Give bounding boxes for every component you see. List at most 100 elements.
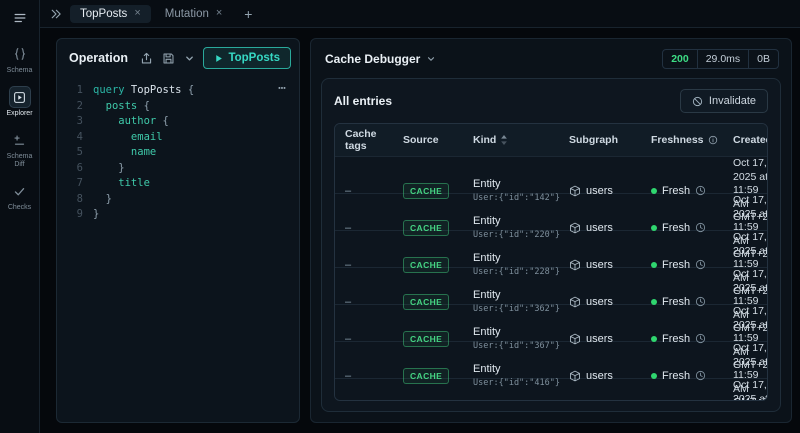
code-text: title [93,176,150,192]
kind-name: Entity [473,326,501,339]
freshness-label: Fresh [662,332,691,345]
editor-line: 4 email [61,130,291,146]
column-header-label: Freshness [651,134,704,146]
freshness-cell: Fresh [651,333,725,345]
code-token: query [93,84,125,96]
cache-debugger-dropdown[interactable]: Cache Debugger [325,52,436,66]
freshness-label: Fresh [662,184,691,197]
sidebar-item-explorer[interactable]: Explorer [0,81,39,124]
column-header-label: Cache tags [345,128,377,152]
fresh-dot [651,372,657,379]
code-token: name [93,146,157,158]
subgraph-name: users [586,184,613,197]
clock-icon [695,333,706,344]
code-text: name [93,145,156,161]
sidebar-item-checks[interactable]: Checks [0,175,39,218]
source-cell: CACHE [403,182,465,199]
line-number: 7 [76,177,83,189]
new-tab-button[interactable]: + [238,6,258,22]
ban-icon [692,96,703,107]
cache-tags-cell: – [345,258,352,271]
status-latency-badge: 29.0ms [696,50,748,68]
table-header-row: Cache tags Source Kind Subgraph Freshness Cre… [335,124,767,156]
tab-bar: TopPosts × Mutation × + [40,0,800,28]
sort-icon[interactable] [500,135,508,145]
editor-menu-icon[interactable]: ⋯ [278,81,287,97]
column-header-label: Kind [473,134,497,146]
cache-tags-cell: – [345,221,352,234]
info-icon[interactable] [708,135,718,145]
editor-line: 8 } [61,192,291,208]
line-number: 8 [76,192,83,205]
cache-badge: CACHE [403,219,450,236]
freshness-label: Fresh [662,369,691,382]
table-row[interactable]: – CACHE Entity User:{"id":"142"} users Fresh O… [335,156,767,223]
status-code-badge: 200 [671,53,689,65]
entries-panel: All entries Invalidate Cache tags Source K… [321,78,781,412]
subgraph-cell: users [569,222,643,234]
chevron-down-icon[interactable] [183,52,196,65]
clock-icon [695,222,706,233]
code-token: posts [93,99,144,112]
chevron-down-icon [426,54,436,64]
run-button-label: TopPosts [228,52,280,64]
clock-icon [695,259,706,270]
code-token: email [93,130,163,143]
kind-name: Root fields [473,400,561,401]
close-icon[interactable]: × [216,8,222,19]
cache-debugger-title: Cache Debugger [325,52,421,66]
sidebar-item-schema-diff[interactable]: Schema Diff [0,124,39,175]
query-editor[interactable]: 1 query TopPosts {2 posts {3 author {4 em… [57,77,299,422]
kind-cell: Entity User:{"id":"220"} [473,215,561,240]
fresh-dot [651,261,657,268]
subgraph-cell: users [569,333,643,345]
cube-icon [569,259,581,271]
freshness-cell: Fresh [651,296,725,308]
cube-icon [569,222,581,234]
operation-panel: Operation TopPosts 1 query TopPosts {2 … [56,38,300,423]
tabs: TopPosts × Mutation × [70,4,233,23]
fresh-dot [651,224,657,231]
sidebar-item-schema[interactable]: Schema [0,38,39,81]
close-icon[interactable]: × [134,8,140,19]
column-header-label: Subgraph [569,134,618,146]
tab-topposts[interactable]: TopPosts × [70,4,151,23]
code-token: } [93,208,100,220]
kind-name: Entity [473,363,501,376]
save-icon[interactable] [161,51,176,66]
editor-lines: 1 query TopPosts {2 posts {3 author {4 em… [61,83,291,223]
editor-line: 1 query TopPosts { [61,83,291,99]
entries-title: All entries [334,94,393,108]
tab-mutation[interactable]: Mutation × [155,5,233,23]
sidebar-item-label: Explorer [6,110,33,117]
invalidate-button[interactable]: Invalidate [679,89,768,113]
operation-title: Operation [69,51,129,65]
cache-badge: CACHE [403,256,450,273]
fresh-dot [651,298,657,305]
expand-sidebar-icon[interactable] [48,6,64,22]
kind-cell: Root fieldsposts [473,400,561,401]
freshness-label: Fresh [662,295,691,308]
sidebar-item-label: Schema Diff [6,153,33,168]
line-number: 9 [76,208,83,220]
run-button[interactable]: TopPosts [203,47,291,69]
subgraph-name: users [586,258,613,271]
line-number: 2 [76,99,83,112]
column-header-subgraph: Subgraph [569,134,643,146]
code-token: author [93,115,163,127]
cube-icon [569,296,581,308]
subgraph-cell: users [569,370,643,382]
kind-name: Entity [473,178,501,191]
column-header-label: Source [403,134,439,146]
freshness-cell: Fresh [651,222,725,234]
source-cell: CACHE [403,330,465,347]
cache-badge: CACHE [403,293,450,310]
kind-detail: User:{"id":"416"} [473,378,560,389]
schema-diff-icon [10,130,30,150]
kind-cell: Entity User:{"id":"416"} [473,363,561,388]
clock-icon [695,296,706,307]
menu-icon[interactable] [10,8,30,28]
editor-line: 6 } [61,161,291,177]
subgraph-name: users [586,369,613,382]
share-icon[interactable] [139,51,154,66]
